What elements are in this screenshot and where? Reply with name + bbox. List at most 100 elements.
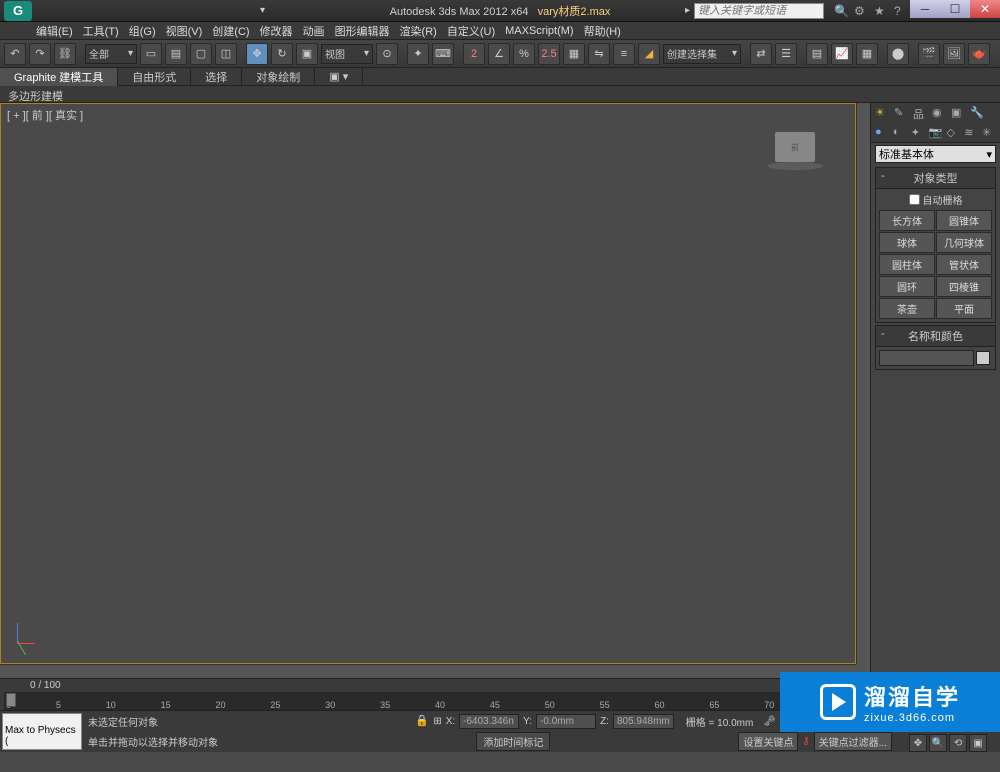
time-slider-thumb[interactable] [6, 693, 16, 707]
selection-filter-dropdown[interactable]: 全部▾ [85, 44, 137, 64]
layer-button[interactable]: ◢ [638, 43, 660, 65]
align2-button[interactable]: ☰ [775, 43, 797, 65]
pivot-button[interactable]: ⊙ [376, 43, 398, 65]
cameras-icon[interactable]: 📷 [929, 126, 943, 140]
cylinder-button[interactable]: 圆柱体 [879, 254, 935, 275]
ribbon-panel-label[interactable]: 多边形建模 [0, 86, 1000, 103]
material-editor-button[interactable]: ⬤ [887, 43, 909, 65]
viewport-label[interactable]: [ + ][ 前 ][ 真实 ] [7, 107, 83, 123]
menu-create[interactable]: 创建(C) [212, 23, 249, 39]
app-icon[interactable]: G [4, 1, 32, 21]
snap-2d-button[interactable]: 2 [463, 43, 485, 65]
nav-zoom-button[interactable]: 🔍 [929, 734, 947, 752]
shapes-icon[interactable]: ◐ [893, 126, 907, 140]
select-button[interactable]: ▭ [140, 43, 162, 65]
move-button[interactable]: ✥ [246, 43, 268, 65]
nav-maximize-button[interactable]: ▣ [969, 734, 987, 752]
viewport-scrollbar-horizontal[interactable] [0, 664, 856, 678]
menu-customize[interactable]: 自定义(U) [447, 23, 495, 39]
rotate-button[interactable]: ↻ [271, 43, 293, 65]
ref-coord-dropdown[interactable]: 视图▾ [321, 44, 373, 64]
setkey-icon[interactable]: ⚷ [802, 736, 809, 747]
nav-orbit-button[interactable]: ⟲ [949, 734, 967, 752]
menu-maxscript[interactable]: MAXScript(M) [505, 25, 573, 37]
menu-tools[interactable]: 工具(T) [83, 23, 119, 39]
z-coord-input[interactable]: 805.948mm [613, 714, 674, 729]
connect-icon[interactable]: ⚙ [854, 4, 868, 18]
object-color-swatch[interactable] [976, 351, 990, 365]
tube-button[interactable]: 管状体 [936, 254, 992, 275]
coord-mode-icon[interactable]: ⊞ [433, 716, 441, 727]
teapot-button[interactable]: 茶壶 [879, 298, 935, 319]
nav-pan-button[interactable]: ✥ [909, 734, 927, 752]
schematic-view-button[interactable]: ▦ [856, 43, 878, 65]
setkey-button[interactable]: 设置关键点 [738, 732, 798, 751]
window-crossing-button[interactable]: ◫ [215, 43, 237, 65]
display-tab-icon[interactable]: ▣ [951, 106, 965, 120]
object-name-input[interactable] [879, 350, 974, 366]
minimize-button[interactable]: ─ [910, 0, 940, 18]
snap-angle-button[interactable]: ∠ [488, 43, 510, 65]
plane-button[interactable]: 平面 [936, 298, 992, 319]
helpers-icon[interactable]: ◇ [946, 126, 960, 140]
x-coord-input[interactable]: -6403.346n [459, 714, 519, 729]
render-frame-button[interactable]: 🖼 [943, 43, 965, 65]
named-selection-dropdown[interactable]: 创建选择集▾ [663, 44, 741, 64]
tab-select[interactable]: 选择 [191, 68, 242, 86]
category-dropdown[interactable]: 标准基本体▾ [875, 145, 996, 163]
menu-help[interactable]: 帮助(H) [584, 23, 621, 39]
create-tab-icon[interactable]: ☀ [875, 106, 889, 120]
rollout-name-color[interactable]: 名称和颜色 [875, 325, 996, 347]
tab-objpaint[interactable]: 对象绘制 [242, 68, 315, 86]
curve-editor-button[interactable]: 📈 [831, 43, 853, 65]
search-icon[interactable]: 🔍 [834, 4, 848, 18]
mirror2-button[interactable]: ⇄ [750, 43, 772, 65]
spacewarps-icon[interactable]: ≋ [964, 126, 978, 140]
qat-dropdown-icon[interactable]: ▾ [260, 5, 265, 16]
viewport-scrollbar-vertical[interactable] [856, 103, 870, 664]
lights-icon[interactable]: ✦ [911, 126, 925, 140]
menu-graph[interactable]: 图形编辑器 [335, 23, 390, 39]
render-setup-button[interactable]: 🎬 [918, 43, 940, 65]
scale-button[interactable]: ▣ [296, 43, 318, 65]
motion-tab-icon[interactable]: ◉ [932, 106, 946, 120]
select-region-button[interactable]: ▢ [190, 43, 212, 65]
tab-freeform[interactable]: 自由形式 [118, 68, 191, 86]
mirror-button[interactable]: ⇋ [588, 43, 610, 65]
ribbon-collapse-icon[interactable]: ▣ ▾ [315, 68, 363, 86]
key-icon[interactable]: 🗝 [763, 716, 776, 727]
sphere-button[interactable]: 球体 [879, 232, 935, 253]
pyramid-button[interactable]: 四棱锥 [936, 276, 992, 297]
box-button[interactable]: 长方体 [879, 210, 935, 231]
timetag-button[interactable]: 添加时间标记 [476, 732, 550, 751]
geosphere-button[interactable]: 几何球体 [936, 232, 992, 253]
utilities-tab-icon[interactable]: 🔧 [970, 106, 984, 120]
tab-graphite[interactable]: Graphite 建模工具 [0, 68, 118, 86]
link-button[interactable]: ⛓ [54, 43, 76, 65]
render-button[interactable]: 🫖 [968, 43, 990, 65]
help-icon[interactable]: ? [894, 4, 908, 18]
spinner-snap-button[interactable]: 2.5 [538, 43, 560, 65]
undo-button[interactable]: ↶ [4, 43, 26, 65]
help-search-input[interactable] [694, 3, 824, 19]
y-coord-input[interactable]: -0.0mm [536, 714, 596, 729]
cone-button[interactable]: 圆锥体 [936, 210, 992, 231]
select-name-button[interactable]: ▤ [165, 43, 187, 65]
viewcube[interactable]: 前 [775, 132, 815, 162]
lock-icon[interactable]: 🔒 [415, 714, 429, 728]
snap-percent-button[interactable]: % [513, 43, 535, 65]
redo-button[interactable]: ↷ [29, 43, 51, 65]
keyfilter-button[interactable]: 关键点过滤器... [814, 732, 892, 751]
menu-animation[interactable]: 动画 [303, 23, 325, 39]
autogrid-checkbox[interactable] [909, 194, 920, 205]
menu-group[interactable]: 组(G) [129, 23, 156, 39]
geometry-icon[interactable]: ● [875, 126, 889, 140]
manip-button[interactable]: ✦ [407, 43, 429, 65]
keymode-button[interactable]: ⌨ [432, 43, 454, 65]
align-button[interactable]: ≡ [613, 43, 635, 65]
menu-rendering[interactable]: 渲染(R) [400, 23, 437, 39]
schematic-button[interactable]: ▦ [563, 43, 585, 65]
menu-views[interactable]: 视图(V) [166, 23, 203, 39]
hierarchy-tab-icon[interactable]: 品 [913, 106, 927, 120]
layers-button[interactable]: ▤ [806, 43, 828, 65]
